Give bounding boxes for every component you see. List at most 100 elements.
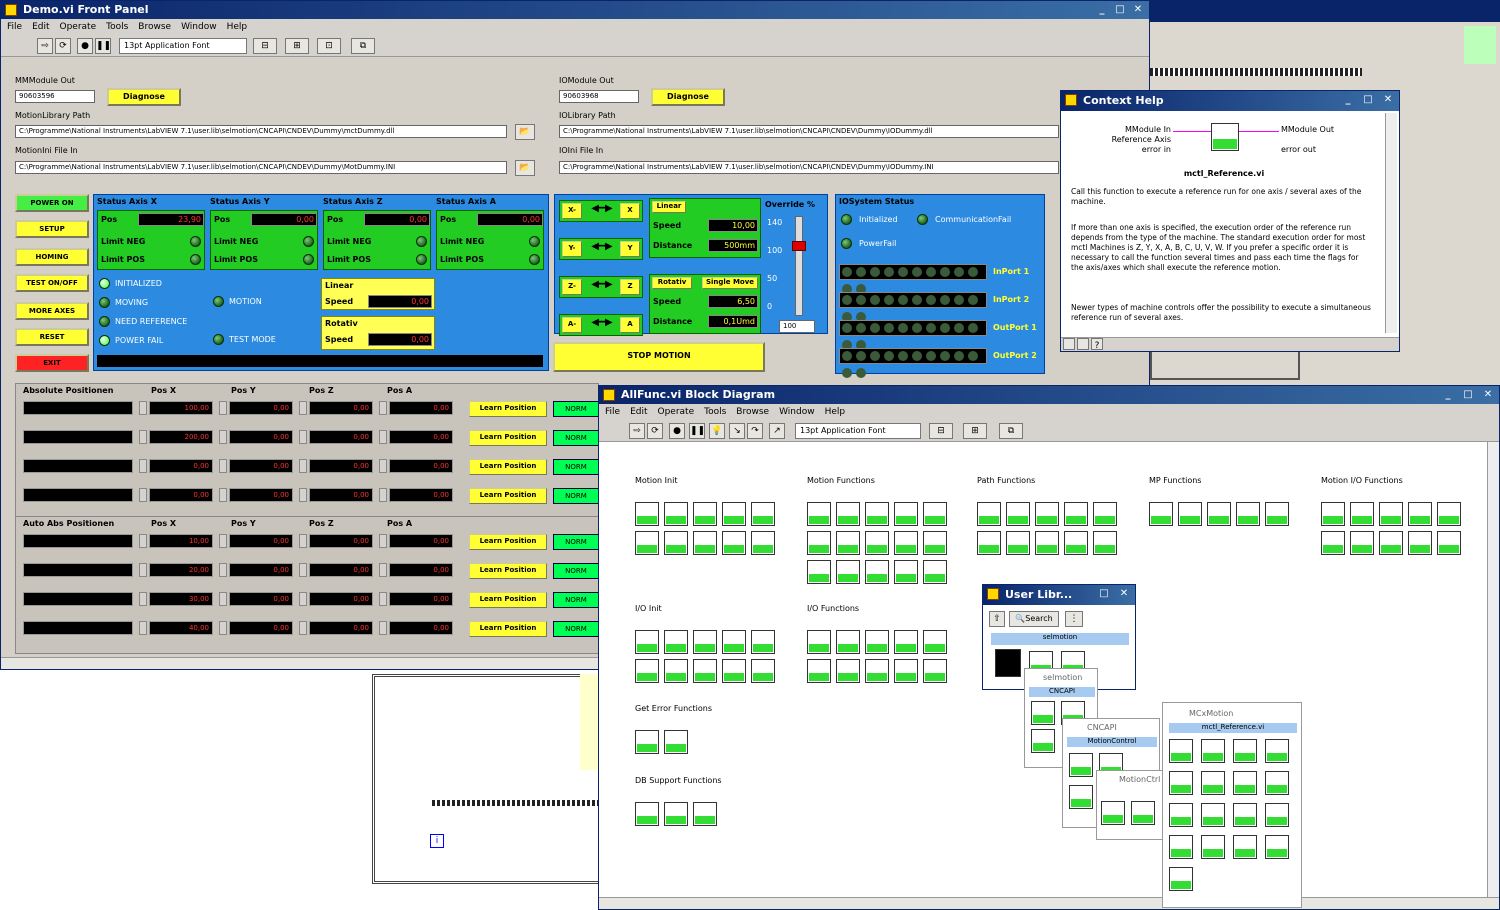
function-vi-icon[interactable] — [751, 502, 775, 526]
position-value[interactable]: 30,00 — [149, 592, 213, 606]
function-vi-icon[interactable] — [865, 531, 889, 555]
function-vi-icon[interactable] — [807, 659, 831, 683]
function-vi-icon[interactable] — [1149, 502, 1173, 526]
font-select[interactable]: 13pt Application Font — [795, 423, 921, 439]
function-vi-icon[interactable] — [635, 502, 659, 526]
function-vi-icon[interactable] — [664, 659, 688, 683]
mcxmotion-vi-icon[interactable] — [1201, 803, 1225, 827]
norm-button[interactable]: NORM — [553, 621, 599, 637]
maximize-icon[interactable]: □ — [1361, 93, 1375, 106]
menu-item[interactable]: File — [7, 22, 22, 32]
position-value[interactable]: 0,00 — [389, 621, 453, 635]
run-arrow-icon[interactable]: ⇨ — [629, 423, 645, 439]
increment-arrows[interactable] — [379, 621, 387, 635]
increment-arrows[interactable] — [299, 534, 307, 548]
position-name-field[interactable] — [23, 401, 133, 415]
resize-icon[interactable]: ⊡ — [317, 38, 341, 54]
position-name-field[interactable] — [23, 459, 133, 473]
run-arrow-icon[interactable]: ⇨ — [37, 38, 53, 54]
mctl-lib-icon[interactable] — [995, 649, 1021, 677]
linear-speed-value[interactable]: 10,00 — [708, 219, 758, 232]
function-vi-icon[interactable] — [836, 560, 860, 584]
learn-position-button[interactable]: Learn Position — [469, 534, 547, 550]
function-vi-icon[interactable] — [977, 531, 1001, 555]
side-button[interactable]: MORE AXES — [15, 302, 89, 320]
mcxmotion-vi-icon[interactable] — [1233, 803, 1257, 827]
subpalette-tab[interactable]: MotionControl — [1067, 737, 1157, 747]
front-panel-titlebar[interactable]: Demo.vi Front Panel _ □ ✕ — [1, 1, 1149, 19]
vi-icon[interactable] — [1031, 701, 1055, 725]
mcxmotion-vi-icon[interactable] — [1201, 771, 1225, 795]
mcxmotion-vi-icon[interactable] — [1169, 739, 1193, 763]
function-vi-icon[interactable] — [894, 659, 918, 683]
function-vi-icon[interactable] — [894, 630, 918, 654]
close-icon[interactable]: ✕ — [1381, 93, 1395, 106]
increment-arrows[interactable] — [299, 401, 307, 415]
function-vi-icon[interactable] — [635, 802, 659, 826]
close-icon[interactable]: ✕ — [1131, 3, 1145, 16]
step-out-icon[interactable]: ↗ — [769, 423, 785, 439]
increment-arrows[interactable] — [299, 459, 307, 473]
function-vi-icon[interactable] — [836, 502, 860, 526]
learn-position-button[interactable]: Learn Position — [469, 592, 547, 608]
function-vi-icon[interactable] — [1207, 502, 1231, 526]
position-value[interactable]: 0,00 — [389, 488, 453, 502]
function-vi-icon[interactable] — [1437, 502, 1461, 526]
increment-arrows[interactable] — [139, 592, 147, 606]
function-vi-icon[interactable] — [836, 531, 860, 555]
run-continuous-icon[interactable]: ⟳ — [55, 38, 71, 54]
context-help-titlebar[interactable]: Context Help _ □ ✕ — [1061, 91, 1399, 111]
function-vi-icon[interactable] — [836, 659, 860, 683]
position-value[interactable]: 0,00 — [229, 430, 293, 444]
position-name-field[interactable] — [23, 592, 133, 606]
increment-arrows[interactable] — [139, 563, 147, 577]
function-vi-icon[interactable] — [1265, 502, 1289, 526]
function-vi-icon[interactable] — [635, 630, 659, 654]
jog-minus-button[interactable]: A- — [562, 317, 582, 333]
horizontal-scrollbar[interactable] — [1, 657, 601, 669]
palette-titlebar[interactable]: User Libr... □ ✕ — [983, 585, 1135, 605]
increment-arrows[interactable] — [379, 592, 387, 606]
norm-button[interactable]: NORM — [553, 534, 599, 550]
stop-motion-button[interactable]: STOP MOTION — [553, 342, 765, 372]
distribute-icon[interactable]: ⊞ — [963, 423, 987, 439]
increment-arrows[interactable] — [379, 401, 387, 415]
function-vi-icon[interactable] — [722, 531, 746, 555]
menu-item[interactable]: Tools — [106, 22, 128, 32]
menu-item[interactable]: Window — [181, 22, 217, 32]
function-vi-icon[interactable] — [693, 531, 717, 555]
side-button[interactable]: EXIT — [15, 354, 89, 372]
function-vi-icon[interactable] — [693, 659, 717, 683]
position-value[interactable]: 100,00 — [149, 401, 213, 415]
pause-icon[interactable]: ❚❚ — [689, 423, 705, 439]
position-value[interactable]: 0,00 — [389, 430, 453, 444]
bd-horizontal-scrollbar[interactable] — [599, 897, 1499, 909]
increment-arrows[interactable] — [299, 563, 307, 577]
mcxmotion-vi-icon[interactable] — [1201, 835, 1225, 859]
function-vi-icon[interactable] — [1093, 502, 1117, 526]
function-vi-icon[interactable] — [1093, 531, 1117, 555]
minimize-icon[interactable]: _ — [1095, 3, 1109, 16]
palette-tab[interactable]: selmotion — [991, 633, 1129, 645]
distribute-icon[interactable]: ⊞ — [285, 38, 309, 54]
norm-button[interactable]: NORM — [553, 430, 599, 446]
diagnose-motion-button[interactable]: Diagnose — [107, 88, 181, 106]
linear-distance-value[interactable]: 500mm — [708, 239, 758, 252]
function-vi-icon[interactable] — [1408, 531, 1432, 555]
function-vi-icon[interactable] — [807, 531, 831, 555]
position-value[interactable]: 0,00 — [389, 563, 453, 577]
function-vi-icon[interactable] — [865, 630, 889, 654]
increment-arrows[interactable] — [139, 401, 147, 415]
position-value[interactable]: 0,00 — [229, 592, 293, 606]
function-vi-icon[interactable] — [693, 630, 717, 654]
function-vi-icon[interactable] — [923, 531, 947, 555]
function-vi-icon[interactable] — [923, 659, 947, 683]
mcxmotion-vi-icon[interactable] — [1265, 739, 1289, 763]
position-name-field[interactable] — [23, 534, 133, 548]
mcxmotion-vi-icon[interactable] — [1265, 835, 1289, 859]
function-vi-icon[interactable] — [1236, 502, 1260, 526]
menu-item[interactable]: Help — [825, 407, 846, 417]
norm-button[interactable]: NORM — [553, 459, 599, 475]
position-value[interactable]: 0,00 — [309, 563, 373, 577]
side-button[interactable]: TEST ON/OFF — [15, 274, 89, 292]
